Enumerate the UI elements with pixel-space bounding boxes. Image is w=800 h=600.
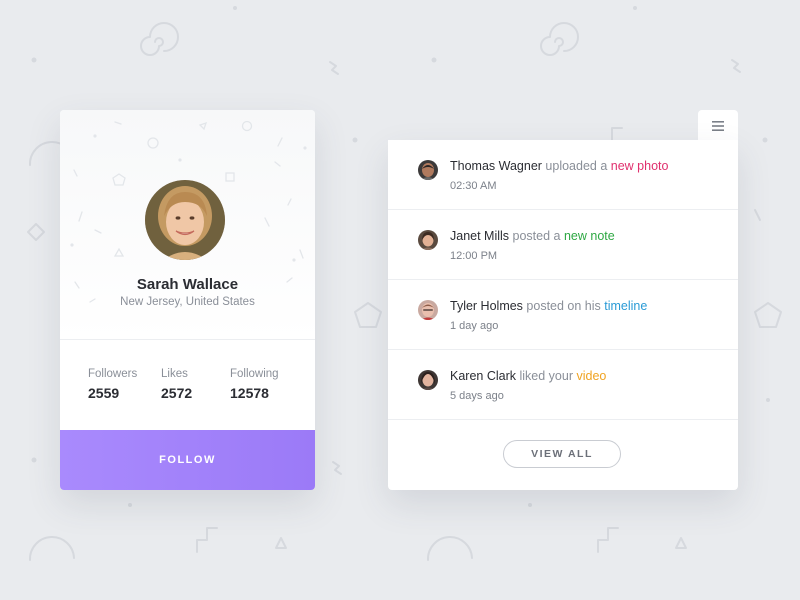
stat-followers[interactable]: Followers 2559 — [88, 368, 137, 401]
activity-card: Thomas Wagner uploaded a new photo 02:30… — [388, 140, 738, 490]
stat-likes[interactable]: Likes 2572 — [161, 368, 192, 401]
activity-object-link[interactable]: new photo — [611, 159, 669, 173]
activity-item[interactable]: Janet Mills posted a new note 12:00 PM — [388, 210, 738, 280]
activity-text: Thomas Wagner uploaded a new photo — [450, 159, 668, 173]
menu-button[interactable] — [698, 110, 738, 142]
activity-item[interactable]: Karen Clark liked your video 5 days ago — [388, 350, 738, 420]
activity-time: 12:00 PM — [450, 250, 498, 262]
user-avatar[interactable] — [418, 230, 438, 250]
user-avatar[interactable] — [418, 160, 438, 180]
activity-user[interactable]: Tyler Holmes — [450, 299, 523, 313]
activity-action: uploaded a — [545, 159, 608, 173]
activity-object-link[interactable]: video — [576, 369, 606, 383]
follow-button[interactable]: FOLLOW — [60, 430, 315, 490]
user-avatar[interactable] — [418, 370, 438, 390]
stat-value: 2559 — [88, 385, 120, 401]
profile-name: Sarah Wallace — [136, 276, 239, 293]
activity-user[interactable]: Karen Clark — [450, 369, 516, 383]
profile-card: Sarah Wallace New Jersey, United States … — [60, 110, 315, 490]
stat-label: Likes — [161, 368, 188, 380]
user-avatar-image — [418, 230, 438, 250]
activity-text: Karen Clark liked your video — [450, 369, 606, 383]
activity-time: 5 days ago — [450, 390, 504, 402]
user-avatar-image — [418, 300, 438, 320]
profile-location: New Jersey, United States — [120, 296, 255, 308]
stat-value: 2572 — [161, 385, 193, 401]
activity-time: 1 day ago — [450, 320, 499, 332]
activity-object-link[interactable]: timeline — [604, 299, 647, 313]
stat-value: 12578 — [230, 385, 269, 401]
activity-item[interactable]: Tyler Holmes posted on his timeline 1 da… — [388, 280, 738, 350]
activity-text: Tyler Holmes posted on his timeline — [450, 299, 647, 313]
profile-photo — [145, 180, 225, 260]
stat-following[interactable]: Following 12578 — [230, 368, 279, 401]
activity-user[interactable]: Janet Mills — [450, 229, 509, 243]
activity-object-link[interactable]: new note — [564, 229, 615, 243]
user-avatar-image — [418, 160, 438, 180]
activity-action: liked your — [519, 369, 573, 383]
activity-text: Janet Mills posted a new note — [450, 229, 615, 243]
profile-header: Sarah Wallace New Jersey, United States — [60, 110, 315, 340]
stat-label: Followers — [88, 368, 138, 380]
profile-avatar[interactable] — [145, 180, 225, 260]
activity-action: posted a — [512, 229, 561, 243]
stat-label: Following — [230, 368, 279, 380]
hamburger-menu-icon — [712, 121, 724, 131]
activity-time: 02:30 AM — [450, 180, 497, 192]
user-avatar[interactable] — [418, 300, 438, 320]
profile-divider — [60, 339, 315, 340]
view-all-button[interactable]: VIEW ALL — [503, 440, 621, 468]
activity-action: posted on his — [526, 299, 601, 313]
activity-user[interactable]: Thomas Wagner — [450, 159, 542, 173]
user-avatar-image — [418, 370, 438, 390]
activity-item[interactable]: Thomas Wagner uploaded a new photo 02:30… — [388, 140, 738, 210]
